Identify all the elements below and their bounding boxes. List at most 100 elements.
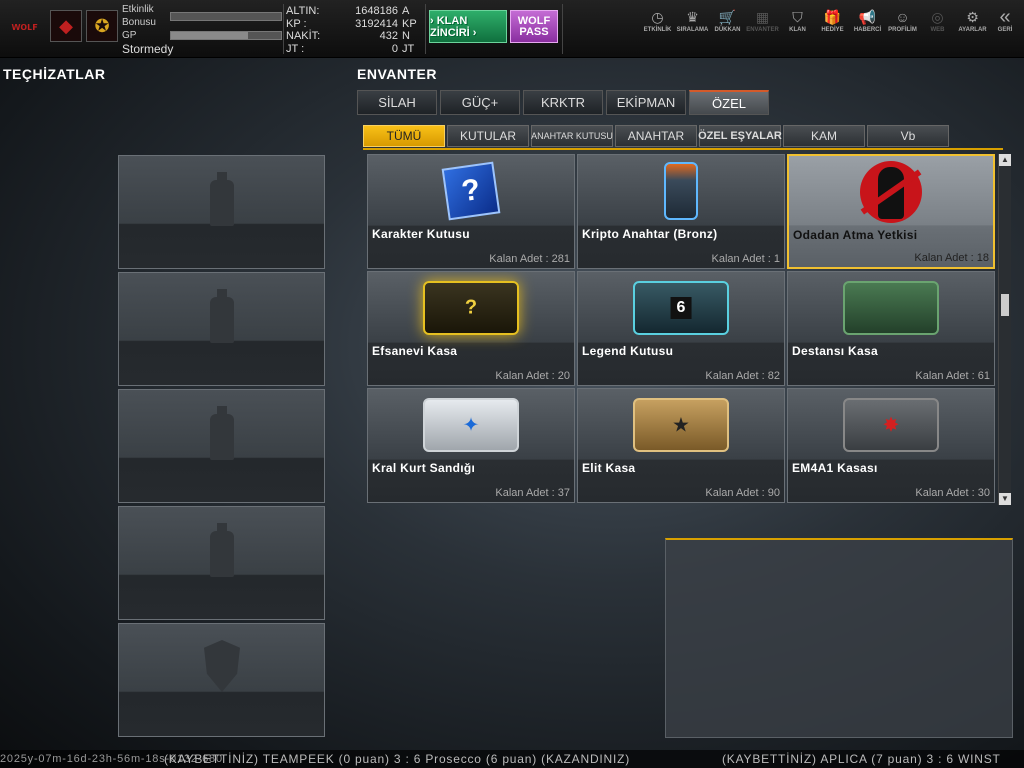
clan-chain-button[interactable]: › KLAN ZİNCİRİ › bbox=[429, 10, 507, 43]
stopwatch-icon: ◷ bbox=[651, 9, 664, 25]
equip-slot-spray-4[interactable] bbox=[118, 506, 325, 620]
subtab-special-items[interactable]: ÖZEL EŞYALAR bbox=[698, 125, 782, 147]
nav-back[interactable]: «GERİ bbox=[990, 6, 1020, 34]
nav-events[interactable]: ◷ ETKİNLİK bbox=[640, 8, 675, 34]
cart-icon: 🛒 bbox=[718, 9, 737, 25]
match-ticker: 2025y-07m-16d-23h-56m-18s-0132-680 (KAYB… bbox=[0, 750, 1024, 768]
inventory-item-character-box[interactable]: ? Karakter Kutusu Kalan Adet : 281 bbox=[367, 154, 575, 269]
nav-shop[interactable]: 🛒 DÜKKAN bbox=[710, 8, 745, 34]
equip-slot-spray-3[interactable] bbox=[118, 389, 325, 503]
subtab-misc[interactable]: Vb bbox=[867, 125, 949, 147]
bonus-row: Bonusu bbox=[122, 12, 282, 29]
currency-jt: JT : 0 JT bbox=[286, 43, 420, 56]
ticker-message: (KAYBETTİNİZ) APLICA (7 puan) 3 : 6 WINS… bbox=[722, 752, 1001, 766]
equip-slot-spray-1[interactable] bbox=[118, 155, 325, 269]
ticker-message: (KAYBETTİNİZ) TEAMPEEK (0 puan) 3 : 6 Pr… bbox=[164, 752, 631, 766]
spray-can-icon bbox=[204, 406, 240, 460]
item-art bbox=[578, 155, 784, 227]
nav-messenger[interactable]: 📢 HABERCİ bbox=[850, 8, 885, 34]
gp-label: GP bbox=[122, 29, 137, 41]
item-art: ? bbox=[368, 155, 574, 227]
subtab-keys[interactable]: ANAHTAR bbox=[615, 125, 697, 147]
tab-character[interactable]: KRKTR bbox=[523, 90, 603, 115]
inventory-item-crypto-key[interactable]: Kripto Anahtar (Bronz) Kalan Adet : 1 bbox=[577, 154, 785, 269]
wolf-pass-line2: PASS bbox=[519, 26, 549, 38]
item-name: Karakter Kutusu bbox=[372, 227, 470, 241]
inventory-item-legendary-case[interactable]: ? Efsanevi Kasa Kalan Adet : 20 bbox=[367, 271, 575, 386]
currency-label: JT : bbox=[286, 42, 305, 55]
bonus-bar bbox=[170, 12, 282, 21]
nav-profile[interactable]: ☺ PROFİLİM bbox=[885, 8, 920, 34]
inventory-item-legend-box[interactable]: 6 Legend Kutusu Kalan Adet : 82 bbox=[577, 271, 785, 386]
wolf-pass-button[interactable]: WOLF PASS bbox=[510, 10, 558, 43]
subtab-all[interactable]: TÜMÜ bbox=[363, 125, 445, 147]
tab-power[interactable]: GÜÇ+ bbox=[440, 90, 520, 115]
nav-label: SIRALAMA bbox=[676, 27, 709, 33]
silver-chest-icon: ✦ bbox=[423, 398, 519, 452]
inventory-item-elite-case[interactable]: ★ Elit Kasa Kalan Adet : 90 bbox=[577, 388, 785, 503]
scroll-down-icon[interactable]: ▼ bbox=[999, 493, 1011, 505]
crypto-key-icon bbox=[664, 162, 698, 220]
item-art bbox=[789, 156, 993, 228]
currency-label: NAKİT: bbox=[286, 30, 321, 42]
currency-value: 0 bbox=[391, 42, 398, 55]
nav-label: ETKİNLİK bbox=[643, 27, 672, 33]
gold-case-icon: ? bbox=[423, 281, 519, 335]
nav-web[interactable]: ◎ WEB bbox=[920, 8, 955, 34]
item-art: ★ bbox=[578, 389, 784, 461]
item-count: Kalan Adet : 37 bbox=[495, 487, 570, 499]
nav-inventory[interactable]: ▦ ENVANTER bbox=[745, 8, 780, 34]
inventory-item-king-wolf-chest[interactable]: ✦ Kral Kurt Sandığı Kalan Adet : 37 bbox=[367, 388, 575, 503]
currency-label: KP : bbox=[286, 17, 307, 30]
back-icon: « bbox=[999, 6, 1011, 28]
subtab-camo[interactable]: KAM bbox=[783, 125, 865, 147]
nav-label: PROFİLİM bbox=[888, 27, 917, 33]
subtab-boxes[interactable]: KUTULAR bbox=[447, 125, 529, 147]
inventory-title: ENVANTER bbox=[357, 66, 437, 82]
inventory-item-epic-case[interactable]: Destansı Kasa Kalan Adet : 61 bbox=[787, 271, 995, 386]
nav-clan[interactable]: ⛉ KLAN bbox=[780, 8, 815, 34]
clan-shield-icon: ⛉ bbox=[792, 9, 803, 25]
clan-emblem-icon[interactable]: ◆ bbox=[50, 10, 82, 42]
rank-badge-icon[interactable]: ✪ bbox=[86, 10, 118, 42]
nav-label: HABERCİ bbox=[853, 27, 882, 33]
equip-slot-spray-2[interactable] bbox=[118, 272, 325, 386]
legend-case-icon: 6 bbox=[633, 281, 729, 335]
inventory-scrollbar[interactable]: ▲ ▼ bbox=[998, 154, 1011, 505]
nav-ranking[interactable]: ♛ SIRALAMA bbox=[675, 8, 710, 34]
mystery-cube-icon: ? bbox=[441, 161, 501, 221]
item-name: Destansı Kasa bbox=[792, 344, 878, 358]
currency-kp: KP : 3192414 KP bbox=[286, 18, 420, 31]
currency-label: ALTIN: bbox=[286, 5, 320, 17]
currency-value: 1648186 bbox=[355, 5, 398, 17]
inventory-item-kick-permission[interactable]: Odadan Atma Yetkisi Kalan Adet : 18 bbox=[787, 154, 995, 269]
inventory-subtabs: TÜMÜ KUTULAR ANAHTAR KUTUSU ANAHTAR ÖZEL… bbox=[363, 125, 949, 147]
item-count: Kalan Adet : 30 bbox=[915, 487, 990, 499]
currency-gold: ALTIN: 1648186 A bbox=[286, 5, 420, 18]
subtab-key-box[interactable]: ANAHTAR KUTUSU bbox=[531, 125, 613, 147]
item-count: Kalan Adet : 82 bbox=[705, 370, 780, 382]
scroll-up-icon[interactable]: ▲ bbox=[999, 154, 1011, 166]
spray-can-icon bbox=[204, 172, 240, 226]
item-art bbox=[788, 272, 994, 344]
tab-special[interactable]: ÖZEL bbox=[689, 90, 769, 115]
item-name: Legend Kutusu bbox=[582, 344, 674, 358]
gp-row: GP bbox=[122, 29, 282, 42]
item-detail-panel bbox=[665, 538, 1013, 738]
nav-gift[interactable]: 🎁 HEDİYE bbox=[815, 8, 850, 34]
main-nav: ◷ ETKİNLİK ♛ SIRALAMA 🛒 DÜKKAN ▦ ENVANTER ⛉ K… bbox=[640, 6, 1020, 34]
item-count: Kalan Adet : 18 bbox=[914, 252, 989, 264]
inventory-item-em4a1-case[interactable]: ✸ EM4A1 Kasası Kalan Adet : 30 bbox=[787, 388, 995, 503]
item-count: Kalan Adet : 61 bbox=[915, 370, 990, 382]
tab-weapon[interactable]: SİLAH bbox=[357, 90, 437, 115]
equip-slot-shield[interactable] bbox=[118, 623, 325, 737]
item-art: ? bbox=[368, 272, 574, 344]
nav-settings[interactable]: ⚙ AYARLAR bbox=[955, 8, 990, 34]
nav-label: WEB bbox=[930, 27, 945, 33]
item-name: Elit Kasa bbox=[582, 461, 636, 475]
scroll-thumb[interactable] bbox=[1001, 294, 1009, 316]
currency-unit: N bbox=[402, 30, 410, 42]
tab-equipment[interactable]: EKİPMAN bbox=[606, 90, 686, 115]
currency-unit: A bbox=[402, 5, 410, 17]
nav-label: AYARLAR bbox=[958, 27, 987, 33]
